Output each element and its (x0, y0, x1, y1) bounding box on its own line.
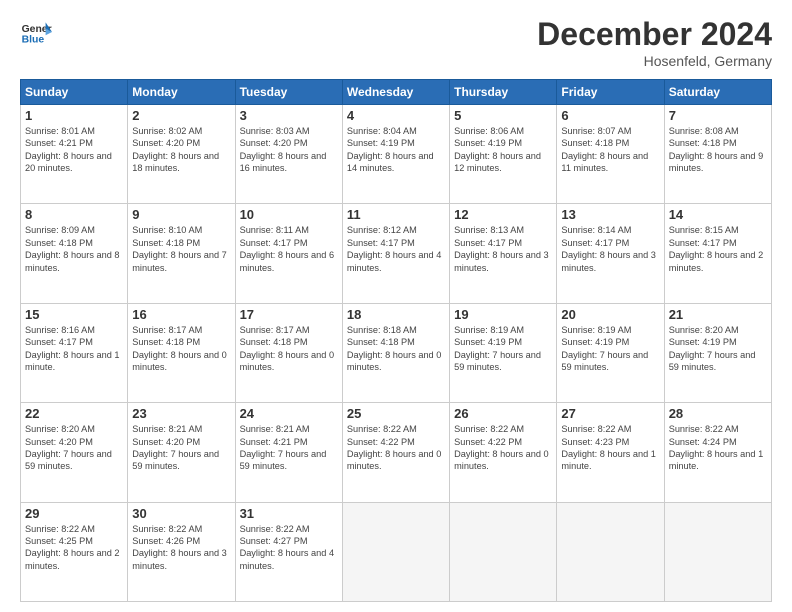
col-tuesday: Tuesday (235, 80, 342, 105)
empty-cell (342, 502, 449, 601)
logo: General Blue (20, 16, 52, 48)
header: General Blue December 2024 Hosenfeld, Ge… (20, 16, 772, 69)
logo-icon: General Blue (20, 16, 52, 48)
empty-cell (557, 502, 664, 601)
table-row: 19 Sunrise: 8:19 AM Sunset: 4:19 PM Dayl… (450, 303, 557, 402)
table-row: 29 Sunrise: 8:22 AM Sunset: 4:25 PM Dayl… (21, 502, 128, 601)
table-row: 6 Sunrise: 8:07 AM Sunset: 4:18 PM Dayli… (557, 105, 664, 204)
table-row: 31 Sunrise: 8:22 AM Sunset: 4:27 PM Dayl… (235, 502, 342, 601)
col-thursday: Thursday (450, 80, 557, 105)
col-saturday: Saturday (664, 80, 771, 105)
table-row: 21 Sunrise: 8:20 AM Sunset: 4:19 PM Dayl… (664, 303, 771, 402)
table-row: 10 Sunrise: 8:11 AM Sunset: 4:17 PM Dayl… (235, 204, 342, 303)
table-row: 7 Sunrise: 8:08 AM Sunset: 4:18 PM Dayli… (664, 105, 771, 204)
calendar-row: 22 Sunrise: 8:20 AM Sunset: 4:20 PM Dayl… (21, 403, 772, 502)
calendar-row: 29 Sunrise: 8:22 AM Sunset: 4:25 PM Dayl… (21, 502, 772, 601)
table-row: 20 Sunrise: 8:19 AM Sunset: 4:19 PM Dayl… (557, 303, 664, 402)
svg-text:Blue: Blue (22, 34, 45, 45)
table-row: 9 Sunrise: 8:10 AM Sunset: 4:18 PM Dayli… (128, 204, 235, 303)
table-row: 22 Sunrise: 8:20 AM Sunset: 4:20 PM Dayl… (21, 403, 128, 502)
calendar-row: 15 Sunrise: 8:16 AM Sunset: 4:17 PM Dayl… (21, 303, 772, 402)
table-row: 4 Sunrise: 8:04 AM Sunset: 4:19 PM Dayli… (342, 105, 449, 204)
calendar-table: Sunday Monday Tuesday Wednesday Thursday… (20, 79, 772, 602)
month-title: December 2024 (537, 16, 772, 53)
col-sunday: Sunday (21, 80, 128, 105)
table-row: 27 Sunrise: 8:22 AM Sunset: 4:23 PM Dayl… (557, 403, 664, 502)
table-row: 23 Sunrise: 8:21 AM Sunset: 4:20 PM Dayl… (128, 403, 235, 502)
table-row: 28 Sunrise: 8:22 AM Sunset: 4:24 PM Dayl… (664, 403, 771, 502)
header-row: Sunday Monday Tuesday Wednesday Thursday… (21, 80, 772, 105)
table-row: 11 Sunrise: 8:12 AM Sunset: 4:17 PM Dayl… (342, 204, 449, 303)
table-row: 30 Sunrise: 8:22 AM Sunset: 4:26 PM Dayl… (128, 502, 235, 601)
table-row: 25 Sunrise: 8:22 AM Sunset: 4:22 PM Dayl… (342, 403, 449, 502)
location: Hosenfeld, Germany (537, 53, 772, 69)
page: General Blue December 2024 Hosenfeld, Ge… (0, 0, 792, 612)
col-monday: Monday (128, 80, 235, 105)
col-friday: Friday (557, 80, 664, 105)
table-row: 12 Sunrise: 8:13 AM Sunset: 4:17 PM Dayl… (450, 204, 557, 303)
table-row: 18 Sunrise: 8:18 AM Sunset: 4:18 PM Dayl… (342, 303, 449, 402)
empty-cell (664, 502, 771, 601)
table-row: 1 Sunrise: 8:01 AM Sunset: 4:21 PM Dayli… (21, 105, 128, 204)
table-row: 17 Sunrise: 8:17 AM Sunset: 4:18 PM Dayl… (235, 303, 342, 402)
table-row: 14 Sunrise: 8:15 AM Sunset: 4:17 PM Dayl… (664, 204, 771, 303)
table-row: 3 Sunrise: 8:03 AM Sunset: 4:20 PM Dayli… (235, 105, 342, 204)
empty-cell (450, 502, 557, 601)
calendar-row: 1 Sunrise: 8:01 AM Sunset: 4:21 PM Dayli… (21, 105, 772, 204)
table-row: 2 Sunrise: 8:02 AM Sunset: 4:20 PM Dayli… (128, 105, 235, 204)
table-row: 26 Sunrise: 8:22 AM Sunset: 4:22 PM Dayl… (450, 403, 557, 502)
table-row: 8 Sunrise: 8:09 AM Sunset: 4:18 PM Dayli… (21, 204, 128, 303)
table-row: 24 Sunrise: 8:21 AM Sunset: 4:21 PM Dayl… (235, 403, 342, 502)
table-row: 16 Sunrise: 8:17 AM Sunset: 4:18 PM Dayl… (128, 303, 235, 402)
title-block: December 2024 Hosenfeld, Germany (537, 16, 772, 69)
table-row: 5 Sunrise: 8:06 AM Sunset: 4:19 PM Dayli… (450, 105, 557, 204)
table-row: 15 Sunrise: 8:16 AM Sunset: 4:17 PM Dayl… (21, 303, 128, 402)
col-wednesday: Wednesday (342, 80, 449, 105)
table-row: 13 Sunrise: 8:14 AM Sunset: 4:17 PM Dayl… (557, 204, 664, 303)
calendar-row: 8 Sunrise: 8:09 AM Sunset: 4:18 PM Dayli… (21, 204, 772, 303)
